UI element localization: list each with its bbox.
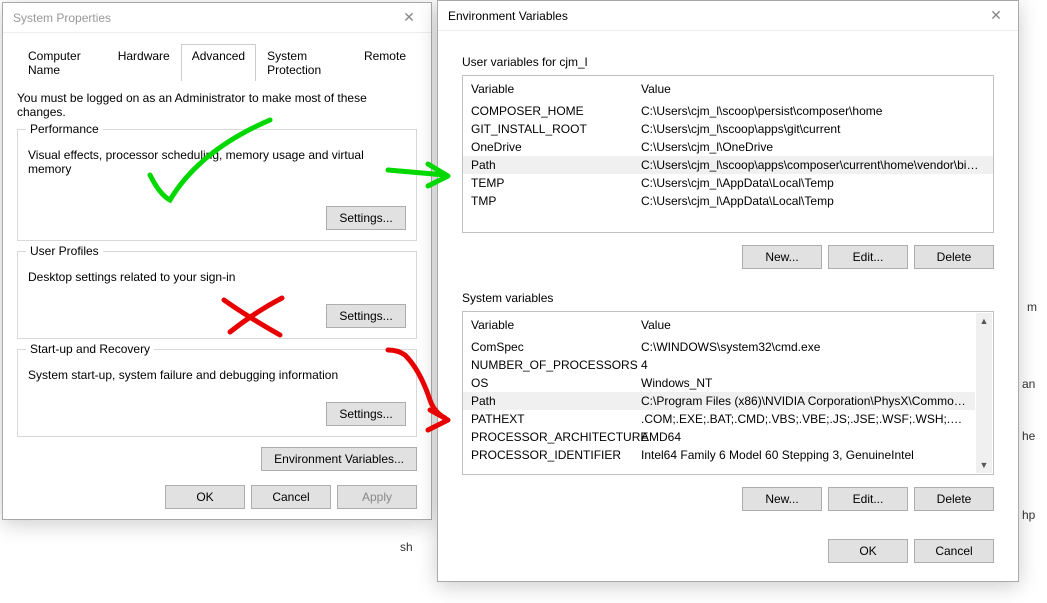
environment-variables-dialog: Environment Variables ✕ User variables f… xyxy=(437,0,1019,582)
cell-variable: GIT_INSTALL_ROOT xyxy=(471,122,641,136)
titlebar[interactable]: System Properties ✕ xyxy=(3,3,431,33)
user-variables-label: User variables for cjm_l xyxy=(462,55,994,69)
header-value[interactable]: Value xyxy=(641,318,967,332)
table-row[interactable]: ComSpecC:\WINDOWS\system32\cmd.exe xyxy=(463,338,975,356)
header-value[interactable]: Value xyxy=(641,82,985,96)
cell-value: C:\WINDOWS\system32\cmd.exe xyxy=(641,340,967,354)
cell-variable: PROCESSOR_ARCHITECTURE xyxy=(471,430,641,444)
cell-variable: TMP xyxy=(471,194,641,208)
tab-system-protection[interactable]: System Protection xyxy=(256,44,353,81)
startup-settings-button[interactable]: Settings... xyxy=(326,402,406,426)
sys-delete-button[interactable]: Delete xyxy=(914,487,994,511)
dialog-title: System Properties xyxy=(13,11,387,25)
close-icon[interactable]: ✕ xyxy=(387,3,431,32)
cell-value: C:\Users\cjm_l\scoop\apps\composer\curre… xyxy=(641,158,985,172)
cancel-button[interactable]: Cancel xyxy=(251,485,331,509)
cancel-button[interactable]: Cancel xyxy=(914,539,994,563)
admin-note: You must be logged on as an Administrato… xyxy=(17,91,417,119)
performance-settings-button[interactable]: Settings... xyxy=(326,206,406,230)
close-icon[interactable]: ✕ xyxy=(974,1,1018,30)
performance-legend: Performance xyxy=(26,122,103,136)
user-profiles-group: User Profiles Desktop settings related t… xyxy=(17,251,417,339)
bg-text-m: m xyxy=(1027,300,1037,314)
bg-text-hp: hp xyxy=(1022,508,1035,522)
cell-value: C:\Program Files (x86)\NVIDIA Corporatio… xyxy=(641,394,967,408)
cell-value: C:\Users\cjm_l\AppData\Local\Temp xyxy=(641,176,985,190)
tab-advanced[interactable]: Advanced xyxy=(181,44,256,81)
table-row[interactable]: PathC:\Program Files (x86)\NVIDIA Corpor… xyxy=(463,392,975,410)
system-variables-list[interactable]: Variable Value ComSpecC:\WINDOWS\system3… xyxy=(462,311,994,475)
ok-button[interactable]: OK xyxy=(828,539,908,563)
user-variables-list[interactable]: Variable Value COMPOSER_HOMEC:\Users\cjm… xyxy=(462,75,994,233)
table-row[interactable]: TEMPC:\Users\cjm_l\AppData\Local\Temp xyxy=(463,174,993,192)
user-profiles-settings-button[interactable]: Settings... xyxy=(326,304,406,328)
table-row[interactable]: GIT_INSTALL_ROOTC:\Users\cjm_l\scoop\app… xyxy=(463,120,993,138)
ok-button[interactable]: OK xyxy=(165,485,245,509)
table-row[interactable]: NUMBER_OF_PROCESSORS4 xyxy=(463,356,975,374)
table-row[interactable]: PROCESSOR_ARCHITECTUREAMD64 xyxy=(463,428,975,446)
scroll-down-icon[interactable]: ▼ xyxy=(976,457,992,473)
table-row[interactable]: COMPOSER_HOMEC:\Users\cjm_l\scoop\persis… xyxy=(463,102,993,120)
startup-group: Start-up and Recovery System start-up, s… xyxy=(17,349,417,437)
cell-value: C:\Users\cjm_l\scoop\apps\git\current xyxy=(641,122,985,136)
titlebar[interactable]: Environment Variables ✕ xyxy=(438,1,1018,31)
tab-bar: Computer Name Hardware Advanced System P… xyxy=(17,43,417,81)
environment-variables-button[interactable]: Environment Variables... xyxy=(261,447,417,471)
bg-text-he: he xyxy=(1022,429,1035,443)
list-header[interactable]: Variable Value xyxy=(463,80,993,102)
table-row[interactable]: OSWindows_NT xyxy=(463,374,975,392)
cell-variable: NUMBER_OF_PROCESSORS xyxy=(471,358,641,372)
tab-remote[interactable]: Remote xyxy=(353,44,417,81)
cell-variable: PATHEXT xyxy=(471,412,641,426)
cell-variable: Path xyxy=(471,394,641,408)
cell-value: .COM;.EXE;.BAT;.CMD;.VBS;.VBE;.JS;.JSE;.… xyxy=(641,412,967,426)
sys-new-button[interactable]: New... xyxy=(742,487,822,511)
header-variable[interactable]: Variable xyxy=(471,82,641,96)
bg-text-sh: sh xyxy=(400,540,413,554)
table-row[interactable]: PathC:\Users\cjm_l\scoop\apps\composer\c… xyxy=(463,156,993,174)
performance-desc: Visual effects, processor scheduling, me… xyxy=(28,148,406,176)
scrollbar[interactable]: ▲ ▼ xyxy=(976,313,992,473)
user-edit-button[interactable]: Edit... xyxy=(828,245,908,269)
performance-group: Performance Visual effects, processor sc… xyxy=(17,129,417,241)
sys-edit-button[interactable]: Edit... xyxy=(828,487,908,511)
user-profiles-legend: User Profiles xyxy=(26,244,103,258)
user-profiles-desc: Desktop settings related to your sign-in xyxy=(28,270,406,284)
system-properties-dialog: System Properties ✕ Computer Name Hardwa… xyxy=(2,2,432,520)
cell-variable: OneDrive xyxy=(471,140,641,154)
dialog-title: Environment Variables xyxy=(448,9,974,23)
cell-value: AMD64 xyxy=(641,430,967,444)
list-header[interactable]: Variable Value xyxy=(463,316,975,338)
cell-value: C:\Users\cjm_l\OneDrive xyxy=(641,140,985,154)
cell-variable: OS xyxy=(471,376,641,390)
table-row[interactable]: TMPC:\Users\cjm_l\AppData\Local\Temp xyxy=(463,192,993,210)
table-row[interactable]: PROCESSOR_IDENTIFIERIntel64 Family 6 Mod… xyxy=(463,446,975,464)
scroll-up-icon[interactable]: ▲ xyxy=(976,313,992,329)
table-row[interactable]: PATHEXT.COM;.EXE;.BAT;.CMD;.VBS;.VBE;.JS… xyxy=(463,410,975,428)
header-variable[interactable]: Variable xyxy=(471,318,641,332)
cell-variable: TEMP xyxy=(471,176,641,190)
cell-value: Windows_NT xyxy=(641,376,967,390)
apply-button[interactable]: Apply xyxy=(337,485,417,509)
cell-value: 4 xyxy=(641,358,967,372)
cell-value: C:\Users\cjm_l\scoop\persist\composer\ho… xyxy=(641,104,985,118)
user-delete-button[interactable]: Delete xyxy=(914,245,994,269)
startup-legend: Start-up and Recovery xyxy=(26,342,154,356)
cell-variable: COMPOSER_HOME xyxy=(471,104,641,118)
table-row[interactable]: OneDriveC:\Users\cjm_l\OneDrive xyxy=(463,138,993,156)
user-new-button[interactable]: New... xyxy=(742,245,822,269)
cell-variable: ComSpec xyxy=(471,340,641,354)
system-variables-label: System variables xyxy=(462,291,994,305)
startup-desc: System start-up, system failure and debu… xyxy=(28,368,406,382)
tab-hardware[interactable]: Hardware xyxy=(107,44,181,81)
cell-variable: PROCESSOR_IDENTIFIER xyxy=(471,448,641,462)
tab-computer-name[interactable]: Computer Name xyxy=(17,44,107,81)
cell-value: Intel64 Family 6 Model 60 Stepping 3, Ge… xyxy=(641,448,967,462)
cell-variable: Path xyxy=(471,158,641,172)
bg-text-an: an xyxy=(1022,377,1035,391)
cell-value: C:\Users\cjm_l\AppData\Local\Temp xyxy=(641,194,985,208)
